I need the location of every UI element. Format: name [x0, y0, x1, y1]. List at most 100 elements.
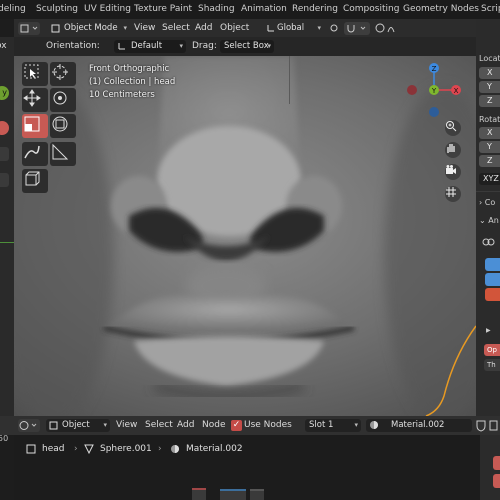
tool-settings-header: Orientation: Default ▾ Drag: Select Box … [14, 37, 476, 56]
tab-scripting[interactable]: Scrip [481, 0, 500, 19]
tab-shading[interactable]: Shading [198, 0, 235, 19]
transform-icon [52, 116, 68, 132]
proportional-edit-icon [375, 23, 395, 33]
orientation-axes-icon [267, 25, 274, 32]
chevron-down-icon: ▾ [179, 42, 183, 50]
material-dropdown[interactable]: Material.002 [366, 419, 472, 432]
tab-sculpting[interactable]: Sculpting [36, 0, 78, 19]
pivot-icon[interactable] [328, 22, 340, 35]
mode-dropdown[interactable]: Object Mode ▾ [48, 22, 130, 35]
copy-icon[interactable] [489, 420, 499, 432]
neg-z-axis-handle[interactable] [429, 107, 439, 117]
location-y-field[interactable]: Y [479, 81, 500, 93]
tab-texture-paint[interactable]: Texture Paint [134, 0, 192, 19]
rotate-tool[interactable] [50, 88, 76, 112]
tab-geometry-nodes[interactable]: Geometry Nodes [403, 0, 479, 19]
add-cube-icon [25, 171, 40, 186]
node-editor-canvas[interactable]: head › Sphere.001 › Material.002 [14, 435, 480, 500]
pivot-point-icon [330, 24, 338, 32]
location-x-field[interactable]: X [479, 67, 500, 79]
mesh-icon [84, 444, 94, 454]
rotation-y-field[interactable]: Y [479, 141, 500, 153]
op-button[interactable]: Op [484, 344, 500, 356]
select-box-tool[interactable] [22, 62, 48, 86]
node-menu-select[interactable]: Select [145, 416, 173, 435]
add-cube-tool[interactable] [22, 169, 48, 193]
node[interactable] [220, 489, 246, 500]
node[interactable] [250, 489, 264, 500]
scale-icon [24, 116, 40, 132]
ortho-toggle-button[interactable] [445, 186, 461, 202]
link-icon[interactable] [482, 237, 496, 247]
breadcrumb-material: Material.002 [186, 444, 243, 454]
rotate-icon [53, 91, 67, 105]
tab-modeling[interactable]: deling [0, 0, 26, 19]
node-menu-add[interactable]: Add [177, 416, 194, 435]
camera-view-button[interactable] [445, 164, 461, 180]
transform-tool[interactable] [50, 114, 76, 138]
blue-swatch[interactable] [485, 273, 500, 286]
cursor-tool[interactable] [50, 62, 76, 86]
3d-viewport[interactable]: Front Orthographic (1) Collection | head… [14, 56, 476, 416]
node-menu-view[interactable]: View [116, 416, 137, 435]
editor-type-button[interactable] [18, 419, 40, 432]
pan-button[interactable] [445, 142, 461, 158]
tab-uv-editing[interactable]: UV Editing [84, 0, 131, 19]
drag-dropdown[interactable]: Select Box ▾ [220, 40, 274, 53]
left-cut-label: ox [0, 41, 7, 51]
shield-icon[interactable] [476, 420, 486, 432]
shader-type-dropdown[interactable]: Object ▾ [46, 419, 110, 432]
collapsed-section-header[interactable]: › Co [479, 198, 495, 207]
breadcrumb: head › Sphere.001 › Material.002 [22, 439, 488, 459]
blue-swatch[interactable] [485, 258, 500, 271]
transform-orientation-dropdown[interactable]: Global ▾ [264, 22, 324, 35]
rotation-caption: Rotati [479, 115, 500, 124]
menu-add[interactable]: Add [195, 19, 212, 37]
rotation-x-field[interactable]: X [479, 127, 500, 139]
location-caption: Locati [479, 54, 500, 63]
red-swatch[interactable] [485, 288, 500, 301]
x-label: X [454, 87, 459, 95]
rotation-mode-dropdown[interactable]: XYZ [479, 173, 500, 185]
location-z-field[interactable]: Z [479, 95, 500, 107]
menu-object[interactable]: Object [220, 19, 249, 37]
tab-compositing[interactable]: Compositing [343, 0, 399, 19]
annotate-tool[interactable] [22, 142, 48, 166]
proportional-edit-toggle[interactable] [374, 22, 402, 35]
breadcrumb-object: head [42, 444, 65, 454]
tab-animation[interactable]: Animation [241, 0, 287, 19]
slot-label: Slot 1 [309, 420, 334, 430]
neg-x-axis-handle[interactable] [407, 85, 417, 95]
scale-tool[interactable] [22, 114, 48, 138]
th-button[interactable]: Th [484, 359, 500, 371]
snap-toggle[interactable] [344, 22, 370, 35]
node-editor-header: 50 Object ▾ View Select Add Node ✓ Use N… [0, 416, 500, 443]
tab-rendering[interactable]: Rendering [292, 0, 338, 19]
mode-label: Object Mode [64, 23, 118, 33]
navigation-gizmo[interactable]: Z X Y [404, 61, 474, 131]
orientation-dropdown[interactable]: Default ▾ [114, 40, 186, 53]
slot-dropdown[interactable]: Slot 1 ▾ [305, 419, 361, 432]
y-label: Y [431, 87, 437, 95]
node[interactable] [192, 488, 206, 500]
pencil-icon [24, 145, 40, 159]
editor-type-button[interactable] [18, 22, 40, 35]
menu-select[interactable]: Select [162, 19, 190, 37]
red-swatch[interactable] [493, 456, 500, 470]
measure-tool[interactable] [50, 142, 76, 166]
red-swatch[interactable] [493, 474, 500, 488]
node-menu-node[interactable]: Node [202, 416, 226, 435]
y-axis-marker: y [0, 86, 9, 100]
chevron-down-icon: ⌄ [479, 216, 489, 225]
move-tool[interactable] [22, 88, 48, 112]
object-mode-icon [51, 24, 60, 33]
use-nodes-label: Use Nodes [244, 420, 292, 430]
use-nodes-checkbox[interactable]: ✓ [231, 420, 242, 431]
zoom-button[interactable] [445, 120, 461, 136]
play-icon: ▶ [486, 327, 491, 334]
measure-icon [52, 143, 69, 160]
workspace-tab-bar: deling Sculpting UV Editing Texture Pain… [0, 0, 500, 19]
menu-view[interactable]: View [134, 19, 155, 37]
open-section-header[interactable]: ⌄ An [479, 216, 499, 225]
rotation-z-field[interactable]: Z [479, 155, 500, 167]
